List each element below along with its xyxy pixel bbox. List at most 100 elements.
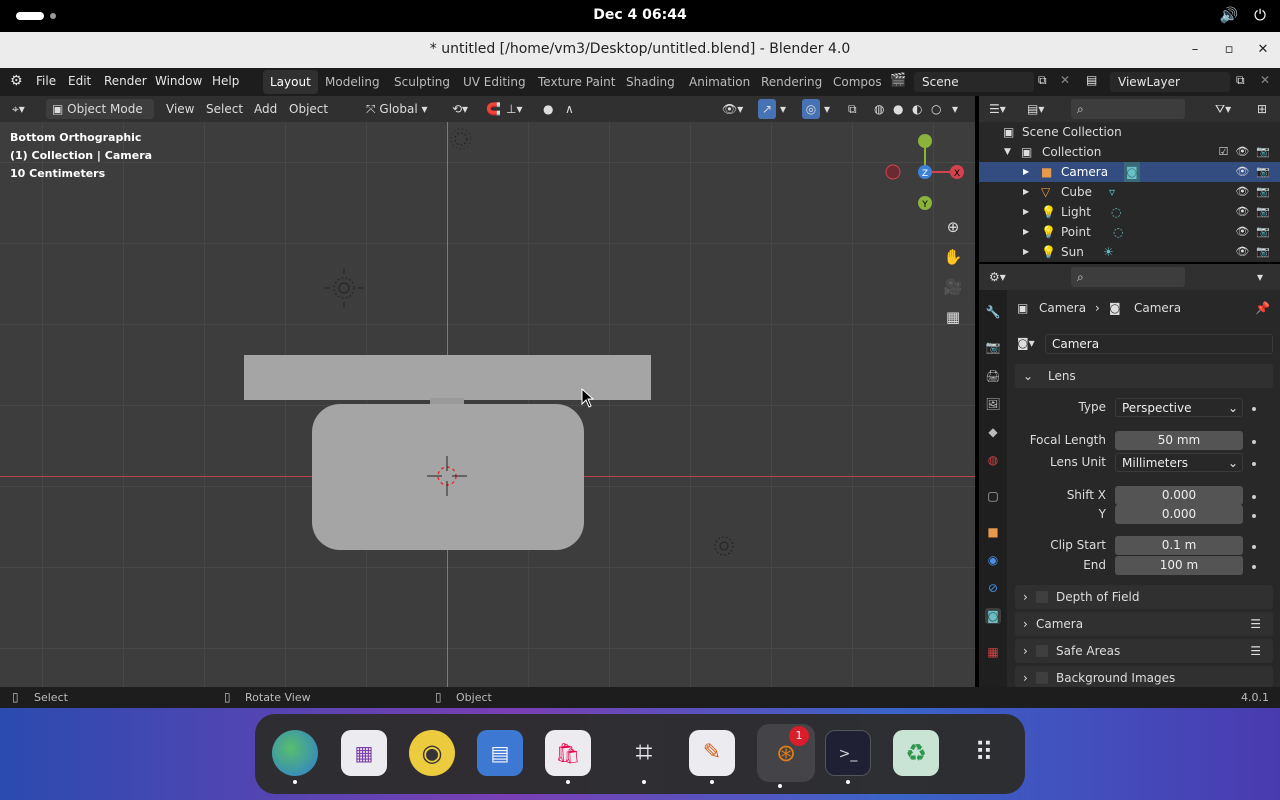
outliner-item-point[interactable]: ▶ 💡 Point ◌ 👁 📷 xyxy=(979,222,1280,242)
keyframe-dot[interactable] xyxy=(1252,495,1256,499)
camera-view-icon[interactable]: 🎥 xyxy=(942,276,964,298)
list-icon[interactable]: ☰ xyxy=(1250,639,1261,663)
safe-areas-panel[interactable]: › Safe Areas ☰ xyxy=(1015,639,1273,663)
expand-icon[interactable]: ▶ xyxy=(1023,162,1029,182)
falloff-icon[interactable]: ∧ xyxy=(565,99,574,119)
text-editor-icon[interactable]: ✎ xyxy=(689,730,735,776)
sun-data-icon[interactable]: ☀ xyxy=(1103,242,1114,262)
render-icon[interactable]: 📷 xyxy=(1256,202,1270,222)
constraints-tab-icon[interactable]: ⊘ xyxy=(985,580,1001,596)
gizmo-toggle-icon[interactable]: ↗ xyxy=(758,99,776,119)
proportional-edit-icon[interactable]: ● xyxy=(543,99,553,119)
properties-search-input[interactable]: ⌕ xyxy=(1071,267,1185,287)
type-dropdown[interactable]: Perspective ⌄ xyxy=(1115,398,1243,417)
wireframe-shading-icon[interactable]: ◍ xyxy=(874,99,884,119)
pin-icon[interactable]: 📌 xyxy=(1255,301,1270,315)
eye-icon[interactable]: 👁 xyxy=(1235,162,1249,182)
clip-end-field[interactable]: 100 m xyxy=(1115,556,1243,575)
terminal-app-icon[interactable]: >_ xyxy=(825,730,871,776)
datablock-icon[interactable]: ◙▾ xyxy=(1017,336,1035,350)
object-menu[interactable]: Object xyxy=(289,99,328,119)
outliner-editor-icon[interactable]: ☰▾ xyxy=(989,99,1006,119)
select-menu[interactable]: Select xyxy=(206,99,243,119)
clock[interactable]: Dec 4 06:44 xyxy=(0,7,1280,23)
tab-compositing[interactable]: Compos xyxy=(826,70,889,94)
tab-layout[interactable]: Layout xyxy=(263,70,318,94)
render-icon[interactable]: 📷 xyxy=(1256,222,1270,242)
properties-options-icon[interactable]: ▾ xyxy=(1257,267,1263,287)
system-tray[interactable]: 🔊 ⏻ xyxy=(1219,6,1266,24)
keyframe-dot[interactable] xyxy=(1252,545,1256,549)
snap-icon[interactable]: 🧲 xyxy=(486,99,501,119)
render-icon[interactable]: 📷 xyxy=(1256,142,1270,162)
3d-viewport[interactable]: Bottom Orthographic (1) Collection | Cam… xyxy=(0,122,975,687)
eye-icon[interactable]: 👁 xyxy=(1235,222,1249,242)
point-light-object-icon[interactable] xyxy=(710,532,738,560)
rendered-shading-icon[interactable]: ○ xyxy=(931,99,941,119)
pivot-icon[interactable]: ⟲▾ xyxy=(452,99,468,119)
keyframe-dot[interactable] xyxy=(1252,565,1256,569)
pan-hand-icon[interactable]: ✋ xyxy=(942,246,964,268)
expand-collapse-icon[interactable]: ▼ xyxy=(1004,142,1011,162)
tab-shading[interactable]: Shading xyxy=(619,70,682,94)
filter-icon[interactable]: ⛛▾ xyxy=(1215,99,1231,119)
screenshot-app-icon[interactable]: ⌗ xyxy=(621,730,667,776)
viewlayer-name-field[interactable]: ViewLayer xyxy=(1110,72,1230,92)
material-shading-icon[interactable]: ◐ xyxy=(912,99,922,119)
editor-type-icon[interactable]: ⌖▾ xyxy=(12,99,25,119)
menu-help[interactable]: Help xyxy=(212,74,239,88)
outliner-item-camera[interactable]: ▶ ■ Camera ◙ 👁 📷 xyxy=(979,162,1280,182)
expand-icon[interactable]: ▶ xyxy=(1023,222,1029,242)
eye-icon[interactable]: 👁 xyxy=(1235,202,1249,222)
delete-scene-icon[interactable]: ✕ xyxy=(1060,73,1070,87)
new-collection-icon[interactable]: ⊞ xyxy=(1257,99,1267,119)
browser-app-icon[interactable] xyxy=(272,730,318,776)
sun-object-icon[interactable] xyxy=(324,268,364,308)
camera-data-tab-icon[interactable]: ◙ xyxy=(985,608,1001,624)
background-images-panel[interactable]: › Background Images xyxy=(1015,666,1273,687)
new-scene-icon[interactable]: ⧉ xyxy=(1038,73,1047,88)
shading-dropdown-icon[interactable]: ▾ xyxy=(952,99,958,119)
mode-selector[interactable]: ▣ Object Mode ▾ xyxy=(46,99,154,136)
light-data-icon[interactable]: ◌ xyxy=(1113,222,1123,242)
power-icon[interactable]: ⏻ xyxy=(1254,6,1266,24)
scene-collection-row[interactable]: ▣ Scene Collection xyxy=(979,122,1280,142)
grid-view-icon[interactable]: ▦ xyxy=(942,306,964,328)
list-icon[interactable]: ☰ xyxy=(1250,612,1261,636)
properties-editor-icon[interactable]: ⚙▾ xyxy=(989,267,1006,287)
render-tab-icon[interactable]: 📷 xyxy=(985,339,1001,355)
keyframe-dot[interactable] xyxy=(1252,514,1256,518)
menu-file[interactable]: File xyxy=(36,74,56,88)
solid-shading-icon[interactable]: ● xyxy=(893,99,903,119)
background-images-checkbox[interactable] xyxy=(1036,672,1048,684)
tab-rendering[interactable]: Rendering xyxy=(754,70,829,94)
tab-texture-paint[interactable]: Texture Paint xyxy=(531,70,622,94)
lens-panel-header[interactable]: ⌄ Lens xyxy=(1015,364,1273,388)
view-menu[interactable]: View xyxy=(166,99,194,119)
gizmo-dropdown-icon[interactable]: ▾ xyxy=(780,99,786,119)
clip-start-field[interactable]: 0.1 m xyxy=(1115,536,1243,555)
render-icon[interactable]: 📷 xyxy=(1256,162,1270,182)
tab-uv-editing[interactable]: UV Editing xyxy=(456,70,533,94)
outliner-item-sun[interactable]: ▶ 💡 Sun ☀ 👁 📷 xyxy=(979,242,1280,262)
notes-app-icon[interactable]: ▤ xyxy=(477,730,523,776)
add-menu[interactable]: Add xyxy=(254,99,277,119)
render-icon[interactable]: 📷 xyxy=(1256,242,1270,262)
snap-target-icon[interactable]: ⊥▾ xyxy=(506,99,522,119)
app-grid-icon[interactable]: ⠿ xyxy=(961,730,1007,776)
minimize-button[interactable]: – xyxy=(1178,32,1212,68)
safe-areas-checkbox[interactable] xyxy=(1036,645,1048,657)
blender-logo-icon[interactable]: ⚙ xyxy=(10,73,23,89)
lens-unit-dropdown[interactable]: Millimeters ⌄ xyxy=(1115,453,1243,472)
scene-name-field[interactable]: Scene xyxy=(914,72,1034,92)
overlay-dropdown-icon[interactable]: ▾ xyxy=(824,99,830,119)
collection-row[interactable]: ▼ ▣ Collection ☑ 👁 📷 xyxy=(979,142,1280,162)
software-store-icon[interactable]: 🛍 xyxy=(545,730,591,776)
close-button[interactable]: ✕ xyxy=(1246,32,1280,68)
tab-animation[interactable]: Animation xyxy=(682,70,757,94)
music-app-icon[interactable]: ◉ xyxy=(409,730,455,776)
viewlayer-icon[interactable]: ▤ xyxy=(1086,73,1097,87)
eye-icon[interactable]: 👁 xyxy=(1235,142,1249,162)
scene-icon[interactable]: 🎬 xyxy=(890,73,906,88)
tool-tab-icon[interactable]: 🔧 xyxy=(985,304,1001,320)
